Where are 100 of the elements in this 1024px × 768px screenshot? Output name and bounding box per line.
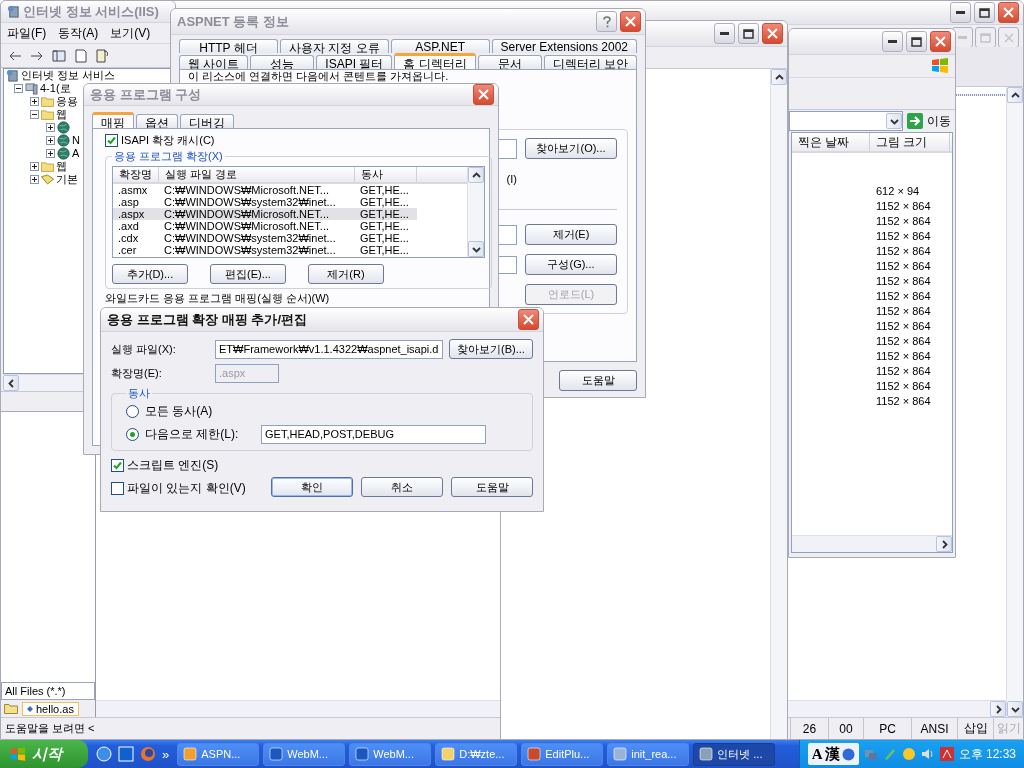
column-header[interactable]: 동사 [355, 167, 417, 182]
list-action-button[interactable]: 추가(D)... [112, 264, 188, 284]
list-action-button[interactable]: 편집(E)... [210, 264, 286, 284]
alert-icon[interactable] [939, 747, 954, 761]
tree-item[interactable]: 인터넷 정보 서비스 [21, 69, 116, 82]
app-icon[interactable] [118, 746, 134, 762]
taskbar-button[interactable]: WebM... [263, 742, 346, 766]
checkbox[interactable] [111, 459, 124, 472]
file-item[interactable]: hello.as [22, 701, 79, 716]
tab[interactable]: HTTP 헤더 [179, 39, 278, 53]
table-cell: 1152 × 864 [876, 229, 931, 242]
tree-item[interactable]: 4-1(로 [40, 82, 71, 95]
minimize-button[interactable] [950, 2, 971, 23]
list-row[interactable]: .cer C:₩WINDOWS₩system32₩inet... GET,HE... [113, 244, 417, 256]
tree-item[interactable]: 기본 [56, 173, 78, 186]
text-field[interactable]: GET,HEAD,POST,DEBUG [261, 424, 486, 444]
status-text: 도움말을 보려면 < [4, 721, 95, 736]
scroll-down-button[interactable] [468, 241, 484, 257]
column-header[interactable]: 그림 크기 [870, 133, 950, 151]
address-field[interactable] [789, 111, 903, 131]
browse-button[interactable]: 찾아보기(O)... [525, 138, 617, 159]
tab[interactable]: 옵션 [136, 114, 178, 128]
list-row[interactable]: .axd C:₩WINDOWS₩Microsoft.NET... GET,HE... [113, 220, 417, 232]
list-row[interactable]: .aspx C:₩WINDOWS₩Microsoft.NET... GET,HE... [113, 208, 417, 220]
scroll-right-button[interactable] [936, 536, 952, 552]
collapse-icon[interactable] [30, 110, 39, 119]
tree-item[interactable]: 웹 [56, 108, 67, 121]
checkbox[interactable] [105, 134, 118, 147]
tab[interactable]: 사용자 지정 오류 [279, 39, 389, 53]
file-filter-dropdown[interactable]: All Files (*.*) [1, 682, 95, 700]
go-button[interactable]: 이동 [907, 112, 951, 130]
tab[interactable]: ISAPI 필터 [316, 55, 393, 69]
list-row[interactable]: .asp C:₩WINDOWS₩system32₩inet... GET,HE... [113, 196, 417, 208]
taskbar-button[interactable]: D:₩zte... [435, 742, 518, 766]
dialog-button[interactable]: 확인 [271, 477, 353, 497]
dialog-button[interactable]: 취소 [361, 477, 443, 497]
expand-icon[interactable] [46, 136, 55, 145]
dialog-button[interactable]: 도움말 [451, 477, 533, 497]
expand-icon[interactable] [46, 123, 55, 132]
expand-icon[interactable] [30, 97, 39, 106]
column-header[interactable]: 실행 파일 경로 [159, 167, 355, 182]
tree-item[interactable]: N [72, 134, 80, 147]
close-button[interactable] [998, 2, 1019, 23]
browser-icon[interactable] [140, 746, 156, 762]
maximize-button[interactable] [738, 23, 759, 44]
list-row[interactable]: .asmx C:₩WINDOWS₩Microsoft.NET... GET,HE... [113, 184, 417, 196]
scroll-up-button[interactable] [771, 69, 787, 85]
scroll-right-button[interactable] [990, 701, 1006, 717]
radio-button[interactable] [126, 427, 139, 441]
list-action-button[interactable]: 제거(R) [308, 264, 384, 284]
column-header[interactable]: 확장명 [113, 167, 159, 182]
expand-icon[interactable] [30, 162, 39, 171]
tab[interactable]: 매핑 [92, 112, 134, 128]
taskbar-button[interactable]: init_rea... [607, 742, 690, 766]
tree-item[interactable]: 웹 [56, 160, 67, 173]
tree-item[interactable]: 응용 [56, 95, 78, 108]
field-label: 확장명(E): [111, 365, 163, 381]
taskbar-button[interactable]: EditPlu... [521, 742, 604, 766]
tree-item[interactable]: A [72, 147, 80, 160]
properties-icon[interactable] [73, 47, 89, 64]
close-button[interactable] [620, 11, 641, 32]
checkbox[interactable] [111, 482, 124, 495]
close-button[interactable] [518, 309, 539, 330]
close-button[interactable] [762, 23, 783, 44]
browser-icon[interactable] [96, 746, 112, 762]
configure-button[interactable]: 구성(G)... [525, 254, 617, 275]
menu-item[interactable]: 동작(A) [58, 24, 99, 42]
tab[interactable]: 문서 [477, 55, 542, 69]
expand-icon[interactable] [46, 149, 55, 158]
collapse-icon[interactable] [14, 84, 23, 93]
menu-item[interactable]: 보기(V) [110, 24, 151, 42]
help-button[interactable] [596, 11, 617, 32]
scroll-up-button[interactable] [1007, 87, 1023, 103]
tab[interactable]: Server Extensions 2002 [491, 39, 637, 53]
minimize-button[interactable] [882, 31, 903, 52]
scroll-down-button[interactable] [1007, 701, 1023, 717]
scroll-left-button[interactable] [3, 375, 19, 391]
panel-icon[interactable] [51, 47, 67, 64]
minimize-button[interactable] [714, 23, 735, 44]
ime-indicator[interactable]: A漢 [807, 743, 859, 765]
menu-item[interactable]: 파일(F) [7, 24, 47, 42]
scroll-up-button[interactable] [468, 167, 484, 183]
help-button[interactable]: 도움말 [559, 370, 637, 391]
maximize-button[interactable] [906, 31, 927, 52]
tab[interactable]: 홈 디렉터리 [394, 53, 476, 69]
list-row[interactable]: .cdx C:₩WINDOWS₩system32₩inet... GET,HE... [113, 232, 417, 244]
taskbar-button[interactable]: WebM... [349, 742, 432, 766]
column-header[interactable]: 찍은 날짜 [792, 133, 870, 151]
browse-button[interactable]: 찾아보기(B)... [449, 339, 533, 359]
taskbar-button[interactable]: ASPN... [177, 742, 260, 766]
expand-icon[interactable] [30, 175, 39, 184]
close-button[interactable] [930, 31, 951, 52]
taskbar-button[interactable]: 인터넷 ... [693, 742, 776, 766]
tab[interactable]: ASP.NET [390, 39, 490, 53]
maximize-button[interactable] [974, 2, 995, 23]
close-button[interactable] [473, 84, 494, 105]
tab[interactable]: 디렉터리 보안 [543, 55, 637, 69]
radio-button[interactable] [126, 404, 139, 418]
remove-button[interactable]: 제거(E) [525, 224, 617, 245]
more-button[interactable]: » [162, 746, 170, 762]
